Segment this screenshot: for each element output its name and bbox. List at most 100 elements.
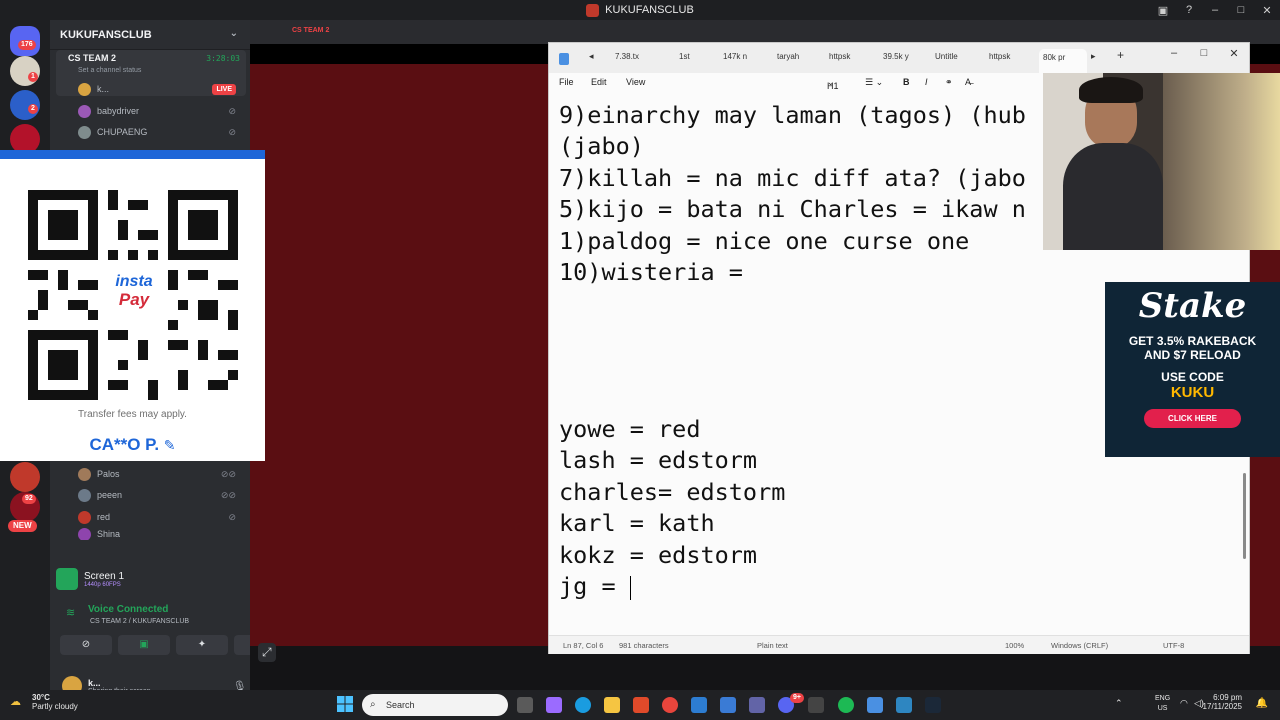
link-icon[interactable]: ⚭ xyxy=(945,77,953,88)
tab[interactable]: taryah xyxy=(777,52,821,66)
tab[interactable]: httpsk xyxy=(989,52,1029,66)
transfer-fee-note: Transfer fees may apply. xyxy=(78,409,187,420)
avatar xyxy=(78,125,91,139)
scrollbar-thumb[interactable] xyxy=(1243,473,1246,559)
windows-start-icon[interactable] xyxy=(337,696,353,712)
steam-icon[interactable] xyxy=(925,697,941,713)
notepad-minimize-button[interactable]: – xyxy=(1159,47,1189,60)
voice-user-name: Palos xyxy=(97,469,120,479)
minimize-button[interactable]: – xyxy=(1202,4,1228,16)
copilot-icon[interactable] xyxy=(546,697,562,713)
file-explorer-icon[interactable] xyxy=(604,697,620,713)
taskbar-search[interactable]: ⌕ Search xyxy=(362,694,508,716)
chrome-icon[interactable] xyxy=(662,697,678,713)
clock[interactable]: 6:09 pm 17/11/2025 xyxy=(1203,693,1242,711)
tab[interactable]: 39.5k y xyxy=(883,52,927,66)
menu-file[interactable]: File xyxy=(559,77,574,87)
bold-icon[interactable]: B xyxy=(903,77,910,87)
voice-user[interactable]: peeen ⊘⊘ xyxy=(78,486,238,504)
italic-icon[interactable]: I xyxy=(925,77,928,87)
stake-ad[interactable]: Stake GET 3.5% RAKEBACK AND $7 RELOAD US… xyxy=(1105,282,1280,457)
settings-app-icon[interactable] xyxy=(808,697,824,713)
popout-icon[interactable]: ⤢ xyxy=(258,643,276,662)
screen-share-icon xyxy=(56,568,78,590)
clear-format-icon[interactable]: A̶ xyxy=(965,77,971,87)
search-placeholder: Search xyxy=(386,700,415,710)
text-line: yowe = red xyxy=(559,415,701,443)
signal-icon[interactable]: ≋ xyxy=(66,606,75,619)
tab-scroll-right-icon[interactable]: ▸ xyxy=(1091,51,1096,62)
wifi-icon[interactable]: ◠ xyxy=(1180,698,1188,709)
tab[interactable]: 7.38.tx xyxy=(615,52,659,66)
server-icon[interactable] xyxy=(10,462,40,492)
voice-connected-channel[interactable]: CS TEAM 2 / KUKUFANSCLUB xyxy=(90,618,189,625)
voice-user[interactable]: babydriver ⊘ xyxy=(78,102,238,120)
clock-time: 6:09 pm xyxy=(1213,693,1242,702)
menu-edit[interactable]: Edit xyxy=(591,77,607,87)
avatar xyxy=(78,104,91,118)
edge-icon[interactable] xyxy=(575,697,591,713)
teams-icon[interactable] xyxy=(749,697,765,713)
text-format: Plain text xyxy=(757,641,788,650)
tab-active[interactable]: 80k pr xyxy=(1039,49,1087,73)
language-indicator[interactable]: ENG US xyxy=(1155,694,1170,714)
voice-user-name: peeen xyxy=(97,490,123,500)
voice-user-name: Shina xyxy=(97,529,121,539)
channel-status-placeholder[interactable]: Set a channel status xyxy=(78,67,141,74)
voice-user[interactable]: Shina xyxy=(78,528,238,540)
spotify-icon[interactable] xyxy=(838,697,854,713)
close-button[interactable]: ✕ xyxy=(1254,4,1280,17)
office-icon[interactable] xyxy=(633,697,649,713)
store-icon[interactable] xyxy=(720,697,736,713)
deafened-icon: ⊘⊘ xyxy=(220,489,236,500)
help-icon[interactable]: ? xyxy=(1176,4,1202,16)
activities-button[interactable]: ✦ xyxy=(176,635,228,655)
voice-user[interactable]: Palos ⊘⊘ xyxy=(78,465,238,483)
streamer-hair xyxy=(1079,77,1143,103)
outlook-icon[interactable] xyxy=(691,697,707,713)
new-badge: NEW xyxy=(8,520,37,532)
voice-user-name: k... xyxy=(97,84,110,94)
heading-dropdown[interactable]: H1 ⌄ xyxy=(827,77,839,91)
notification-bell-icon[interactable]: 🔔 xyxy=(1256,698,1268,709)
notepad-close-button[interactable]: ✕ xyxy=(1219,47,1249,60)
notepad-maximize-button[interactable]: □ xyxy=(1189,47,1219,60)
screen-quality: 1440p 60FPS xyxy=(84,581,121,588)
text-line: karl = kath xyxy=(559,509,715,537)
text-line: charles= edstorm xyxy=(559,478,786,506)
server-icon[interactable] xyxy=(10,56,40,86)
voice-user[interactable]: k... LIVE xyxy=(78,80,238,98)
network-app-icon[interactable] xyxy=(896,697,912,713)
camera-off-button[interactable]: ⊘ xyxy=(60,635,112,655)
stake-click-here-button[interactable]: CLICK HERE xyxy=(1144,409,1241,428)
tray-expand-icon[interactable]: ⌃ xyxy=(1115,698,1123,709)
notepad-text-area[interactable]: 9)einarchy may laman (tagos) (hub (jabo)… xyxy=(559,97,1049,637)
inbox-icon[interactable]: ▣ xyxy=(1150,4,1176,17)
windows-taskbar: ☁ 30°C Partly cloudy ⌕ Search 9+ ⌃ ENG U… xyxy=(0,690,1280,720)
server-header[interactable]: KUKUFANSCLUB ⌄ xyxy=(50,20,250,50)
server-name: KUKUFANSCLUB xyxy=(60,28,152,41)
tab[interactable]: 1st xyxy=(679,52,709,66)
maximize-button[interactable]: □ xyxy=(1228,4,1254,16)
notepad-taskbar-icon[interactable] xyxy=(867,697,883,713)
account-name-text: CA**O P. xyxy=(89,435,160,454)
voice-user[interactable]: red ⊘ xyxy=(78,508,238,526)
line-ending: Windows (CRLF) xyxy=(1051,641,1109,650)
weather-widget[interactable]: ☁ 30°C Partly cloudy xyxy=(10,693,78,711)
menu-view[interactable]: View xyxy=(626,77,645,87)
tab[interactable]: 147k n xyxy=(723,52,763,66)
zoom-level[interactable]: 100% xyxy=(1005,641,1024,650)
new-tab-icon[interactable]: + xyxy=(1117,48,1124,62)
voice-user-name: red xyxy=(97,512,111,522)
stream-channel-label: CS TEAM 2 xyxy=(292,27,330,34)
heading-label: H1 xyxy=(827,81,839,91)
stake-promo-line2: AND $7 RELOAD xyxy=(1144,348,1241,362)
list-icon[interactable]: ☰ ⌄ xyxy=(865,77,883,88)
language-code: ENG xyxy=(1155,695,1171,702)
voice-user[interactable]: CHUPAENG ⊘ xyxy=(78,123,238,141)
task-view-icon[interactable] xyxy=(517,697,533,713)
share-screen-button[interactable]: ▣ xyxy=(118,635,170,655)
tab[interactable]: httpsk xyxy=(829,52,873,66)
tab[interactable]: Untitle xyxy=(935,52,975,66)
tab-scroll-left-icon[interactable]: ◂ xyxy=(589,51,594,62)
